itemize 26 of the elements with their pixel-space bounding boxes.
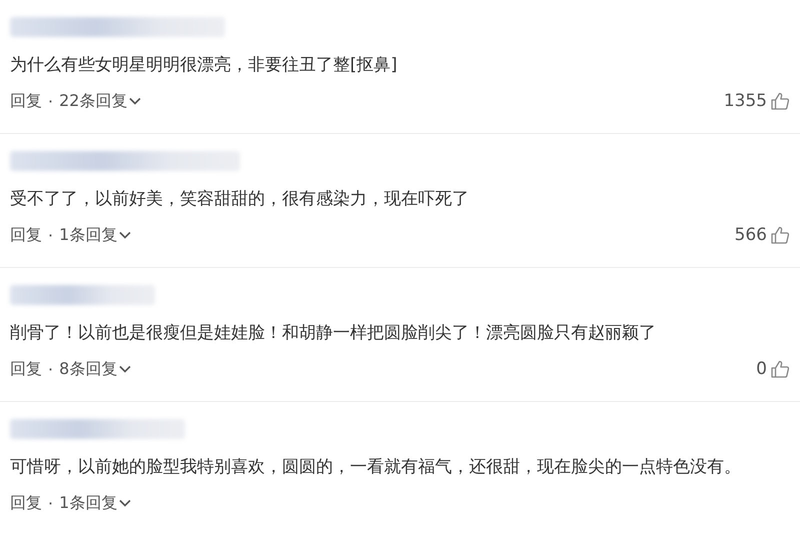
reply-link[interactable]: 回复: [10, 358, 42, 380]
comment-text: 为什么有些女明星明明很漂亮，非要往丑了整[抠鼻]: [10, 54, 398, 77]
reply-link[interactable]: 回复: [10, 492, 42, 514]
separator-dot: ·: [48, 360, 54, 378]
caret-icon: [119, 365, 132, 373]
thumbs-up-icon[interactable]: [770, 91, 790, 111]
caret-icon: [129, 97, 142, 105]
caret-icon: [119, 499, 132, 507]
like-count: 566: [734, 225, 767, 245]
comment-text: 受不了了，以前好美，笑容甜甜的，很有感染力，现在吓死了: [10, 188, 470, 211]
separator-dot: ·: [48, 92, 54, 110]
reply-link[interactable]: 回复: [10, 224, 42, 246]
separator-dot: ·: [48, 226, 54, 244]
comment-text: 削骨了！以前也是很瘦但是娃娃脸！和胡静一样把圆脸削尖了！漂亮圆脸只有赵丽颖了: [10, 322, 657, 345]
like-count: 1355: [724, 91, 767, 111]
replies-toggle[interactable]: 8条回复: [59, 358, 132, 380]
comment-text: 可惜呀，以前她的脸型我特别喜欢，圆圆的，一看就有福气，还很甜，现在脸尖的一点特色没有。: [10, 456, 742, 479]
replies-toggle[interactable]: 22条回复: [59, 90, 142, 112]
replies-toggle[interactable]: 1条回复: [59, 224, 132, 246]
thumbs-up-icon[interactable]: [770, 359, 790, 379]
separator-dot: ·: [48, 494, 54, 512]
replies-toggle[interactable]: 1条回复: [59, 492, 132, 514]
like-count: 0: [756, 359, 767, 379]
caret-icon: [119, 231, 132, 239]
reply-link[interactable]: 回复: [10, 90, 42, 112]
thumbs-up-icon[interactable]: [770, 225, 790, 245]
